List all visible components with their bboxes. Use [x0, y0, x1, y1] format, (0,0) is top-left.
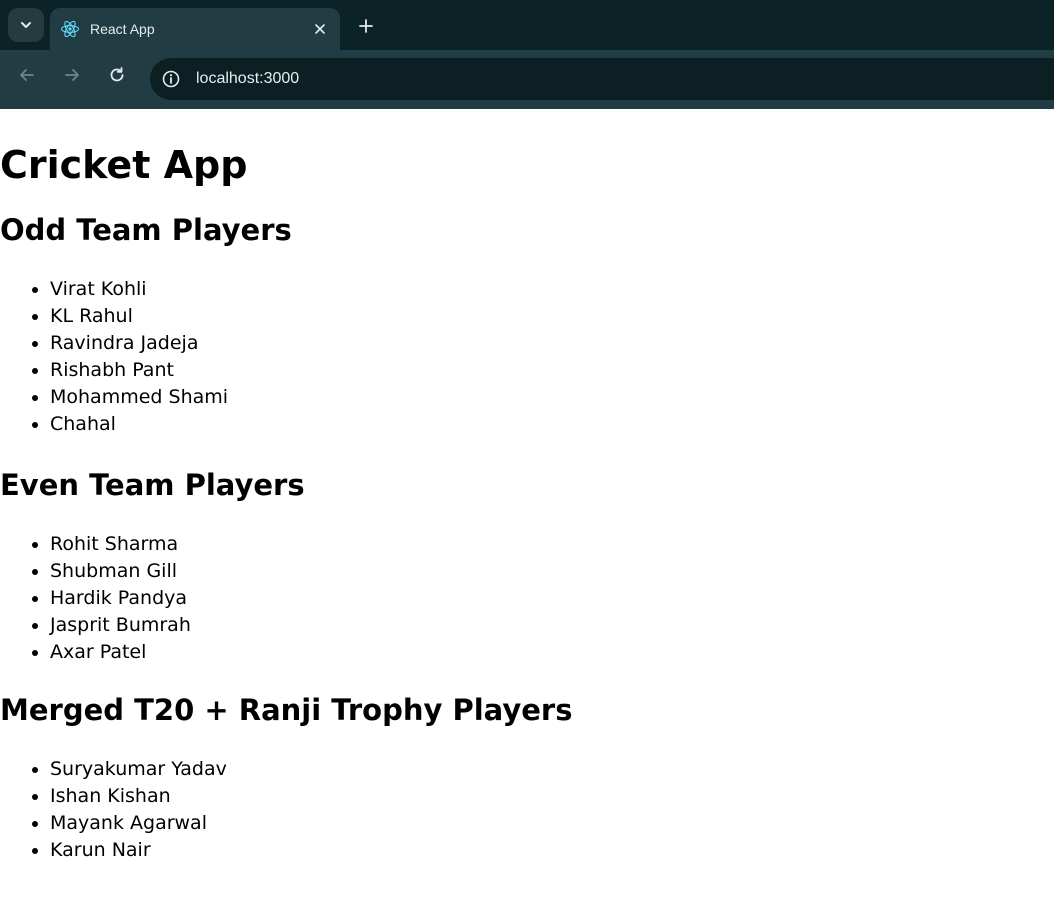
merged-players-heading: Merged T20 + Ranji Trophy Players — [0, 693, 573, 727]
even-team-heading: Even Team Players — [0, 468, 305, 502]
reload-button[interactable] — [101, 59, 133, 91]
odd-team-heading: Odd Team Players — [0, 213, 292, 247]
list-item: Shubman Gill — [50, 558, 1054, 585]
list-item: Suryakumar Yadav — [50, 756, 1054, 783]
list-item: Mayank Agarwal — [50, 810, 1054, 837]
list-item: Virat Kohli — [50, 276, 1054, 303]
list-item: KL Rahul — [50, 303, 1054, 330]
odd-team-list: Virat Kohli KL Rahul Ravindra Jadeja Ris… — [0, 276, 1054, 438]
merged-players-list: Suryakumar Yadav Ishan Kishan Mayank Aga… — [0, 756, 1054, 864]
list-item: Hardik Pandya — [50, 585, 1054, 612]
close-icon[interactable] — [308, 17, 332, 41]
list-item: Axar Patel — [50, 639, 1054, 666]
reload-icon — [110, 67, 124, 82]
list-item: Rohit Sharma — [50, 531, 1054, 558]
back-button[interactable] — [11, 59, 43, 91]
tab-title: React App — [90, 21, 155, 37]
page-title: Cricket App — [0, 143, 248, 187]
url-text[interactable]: localhost:3000 — [196, 70, 299, 88]
tab-strip: React App — [0, 0, 1054, 50]
list-item: Mohammed Shami — [50, 384, 1054, 411]
even-team-list: Rohit Sharma Shubman Gill Hardik Pandya … — [0, 531, 1054, 666]
browser-chrome: React App localhost:3000 — [0, 0, 1054, 109]
address-bar[interactable]: localhost:3000 — [150, 58, 1054, 100]
info-icon[interactable] — [159, 67, 183, 91]
tab-search-button[interactable] — [8, 8, 44, 42]
react-logo-icon — [60, 19, 80, 39]
list-item: Karun Nair — [50, 837, 1054, 864]
browser-tab[interactable]: React App — [50, 8, 340, 50]
list-item: Ravindra Jadeja — [50, 330, 1054, 357]
plus-icon — [359, 19, 373, 33]
forward-button[interactable] — [56, 59, 88, 91]
new-tab-button[interactable] — [352, 12, 380, 40]
toolbar-divider — [0, 100, 1054, 109]
list-item: Chahal — [50, 411, 1054, 438]
chevron-down-icon — [21, 22, 31, 28]
arrow-left-icon — [20, 69, 34, 81]
list-item: Rishabh Pant — [50, 357, 1054, 384]
arrow-right-icon — [65, 69, 79, 81]
list-item: Jasprit Bumrah — [50, 612, 1054, 639]
page-content: Cricket App Odd Team Players Virat Kohli… — [0, 144, 1054, 864]
list-item: Ishan Kishan — [50, 783, 1054, 810]
